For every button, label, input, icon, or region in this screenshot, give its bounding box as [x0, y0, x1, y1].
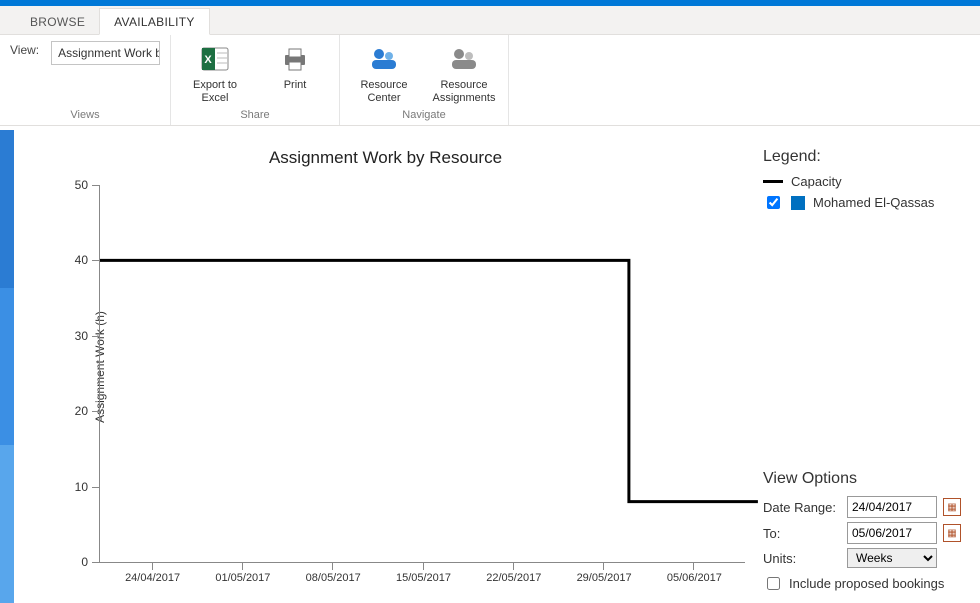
legend-item-resource: Mohamed El-Qassas: [763, 193, 968, 212]
to-label: To:: [763, 526, 841, 541]
y-tick-label: 10: [75, 480, 88, 494]
y-tick: 10: [92, 487, 100, 488]
to-input[interactable]: [847, 522, 937, 544]
legend-resource-label: Mohamed El-Qassas: [813, 195, 934, 210]
x-tick-label: 29/05/2017: [577, 572, 632, 584]
view-options-title: View Options: [763, 470, 968, 488]
y-tick-label: 20: [75, 404, 88, 418]
x-tick-label: 01/05/2017: [215, 572, 270, 584]
y-tick: 0: [92, 562, 100, 563]
x-tick-label: 15/05/2017: [396, 572, 451, 584]
export-to-excel-button[interactable]: X Export to Excel: [181, 41, 249, 107]
x-tick: 29/05/2017: [603, 562, 604, 570]
users-grey-icon: [448, 43, 480, 75]
x-tick-label: 05/06/2017: [667, 572, 722, 584]
ribbon-group-share: X Export to Excel Print Share: [171, 35, 340, 125]
resource-assignments-label: Resource Assignments: [432, 79, 496, 105]
printer-icon: [279, 43, 311, 75]
ribbon-group-views: View: Assignment Work by resour ▾ Views: [0, 35, 171, 125]
legend-swatch-icon: [791, 196, 805, 210]
resource-center-label: Resource Center: [352, 79, 416, 105]
date-range-label: Date Range:: [763, 500, 841, 515]
y-tick: 50: [92, 185, 100, 186]
x-tick: 22/05/2017: [513, 562, 514, 570]
y-tick-label: 50: [75, 178, 88, 192]
chart-area: Assignment Work by Resource Assignment W…: [14, 130, 757, 603]
right-panel: Legend: Capacity Mohamed El-Qassas View …: [757, 130, 980, 603]
date-range-input[interactable]: [847, 496, 937, 518]
units-select[interactable]: Weeks: [847, 548, 937, 568]
view-label: View:: [10, 43, 39, 57]
y-tick-label: 30: [75, 329, 88, 343]
tab-browse[interactable]: BROWSE: [16, 9, 99, 34]
view-selector-value: Assignment Work by resour: [58, 46, 160, 60]
x-tick: 15/05/2017: [423, 562, 424, 570]
ribbon: View: Assignment Work by resour ▾ Views …: [0, 35, 980, 126]
y-tick: 20: [92, 411, 100, 412]
ribbon-group-label-views: Views: [10, 109, 160, 121]
calendar-icon[interactable]: ▦: [943, 524, 961, 542]
chart-plot: 0102030405024/04/201701/05/201708/05/201…: [99, 185, 745, 563]
x-tick: 01/05/2017: [242, 562, 243, 570]
ribbon-tabs: BROWSE AVAILABILITY: [0, 6, 980, 35]
calendar-icon[interactable]: ▦: [943, 498, 961, 516]
chart-title: Assignment Work by Resource: [24, 148, 747, 168]
view-selector[interactable]: Assignment Work by resour ▾: [51, 41, 160, 65]
legend-line-icon: [763, 180, 783, 183]
svg-text:X: X: [204, 54, 212, 66]
ribbon-group-label-navigate: Navigate: [350, 109, 498, 121]
units-label: Units:: [763, 551, 841, 566]
chart-series: [100, 185, 745, 562]
x-tick-label: 08/05/2017: [306, 572, 361, 584]
legend-title: Legend:: [763, 148, 968, 166]
legend-item-capacity: Capacity: [763, 174, 968, 189]
resource-center-button[interactable]: Resource Center: [350, 41, 418, 107]
x-tick-label: 24/04/2017: [125, 572, 180, 584]
include-proposed-checkbox[interactable]: [767, 577, 780, 590]
tab-availability[interactable]: AVAILABILITY: [99, 8, 210, 35]
y-tick-label: 0: [81, 555, 88, 569]
y-tick-label: 40: [75, 253, 88, 267]
y-tick: 30: [92, 336, 100, 337]
series-capacity: [100, 260, 758, 501]
y-tick: 40: [92, 260, 100, 261]
ribbon-group-navigate: Resource Center Resource Assignments Nav…: [340, 35, 509, 125]
legend: Legend: Capacity Mohamed El-Qassas: [763, 148, 968, 216]
legend-capacity-label: Capacity: [791, 174, 842, 189]
print-label: Print: [284, 79, 307, 92]
print-button[interactable]: Print: [261, 41, 329, 94]
ribbon-group-label-share: Share: [181, 109, 329, 121]
content: Assignment Work by Resource Assignment W…: [14, 130, 980, 603]
x-tick-label: 22/05/2017: [486, 572, 541, 584]
users-icon: [368, 43, 400, 75]
x-tick: 08/05/2017: [332, 562, 333, 570]
export-label: Export to Excel: [183, 79, 247, 105]
legend-resource-checkbox[interactable]: [767, 196, 780, 209]
excel-icon: X: [199, 43, 231, 75]
include-proposed-label[interactable]: Include proposed bookings: [789, 576, 944, 591]
x-tick: 05/06/2017: [693, 562, 694, 570]
x-tick: 24/04/2017: [152, 562, 153, 570]
resource-assignments-button[interactable]: Resource Assignments: [430, 41, 498, 107]
view-options: View Options Date Range: ▦ To: ▦ Units: …: [763, 470, 968, 593]
left-stripe: [0, 130, 14, 603]
